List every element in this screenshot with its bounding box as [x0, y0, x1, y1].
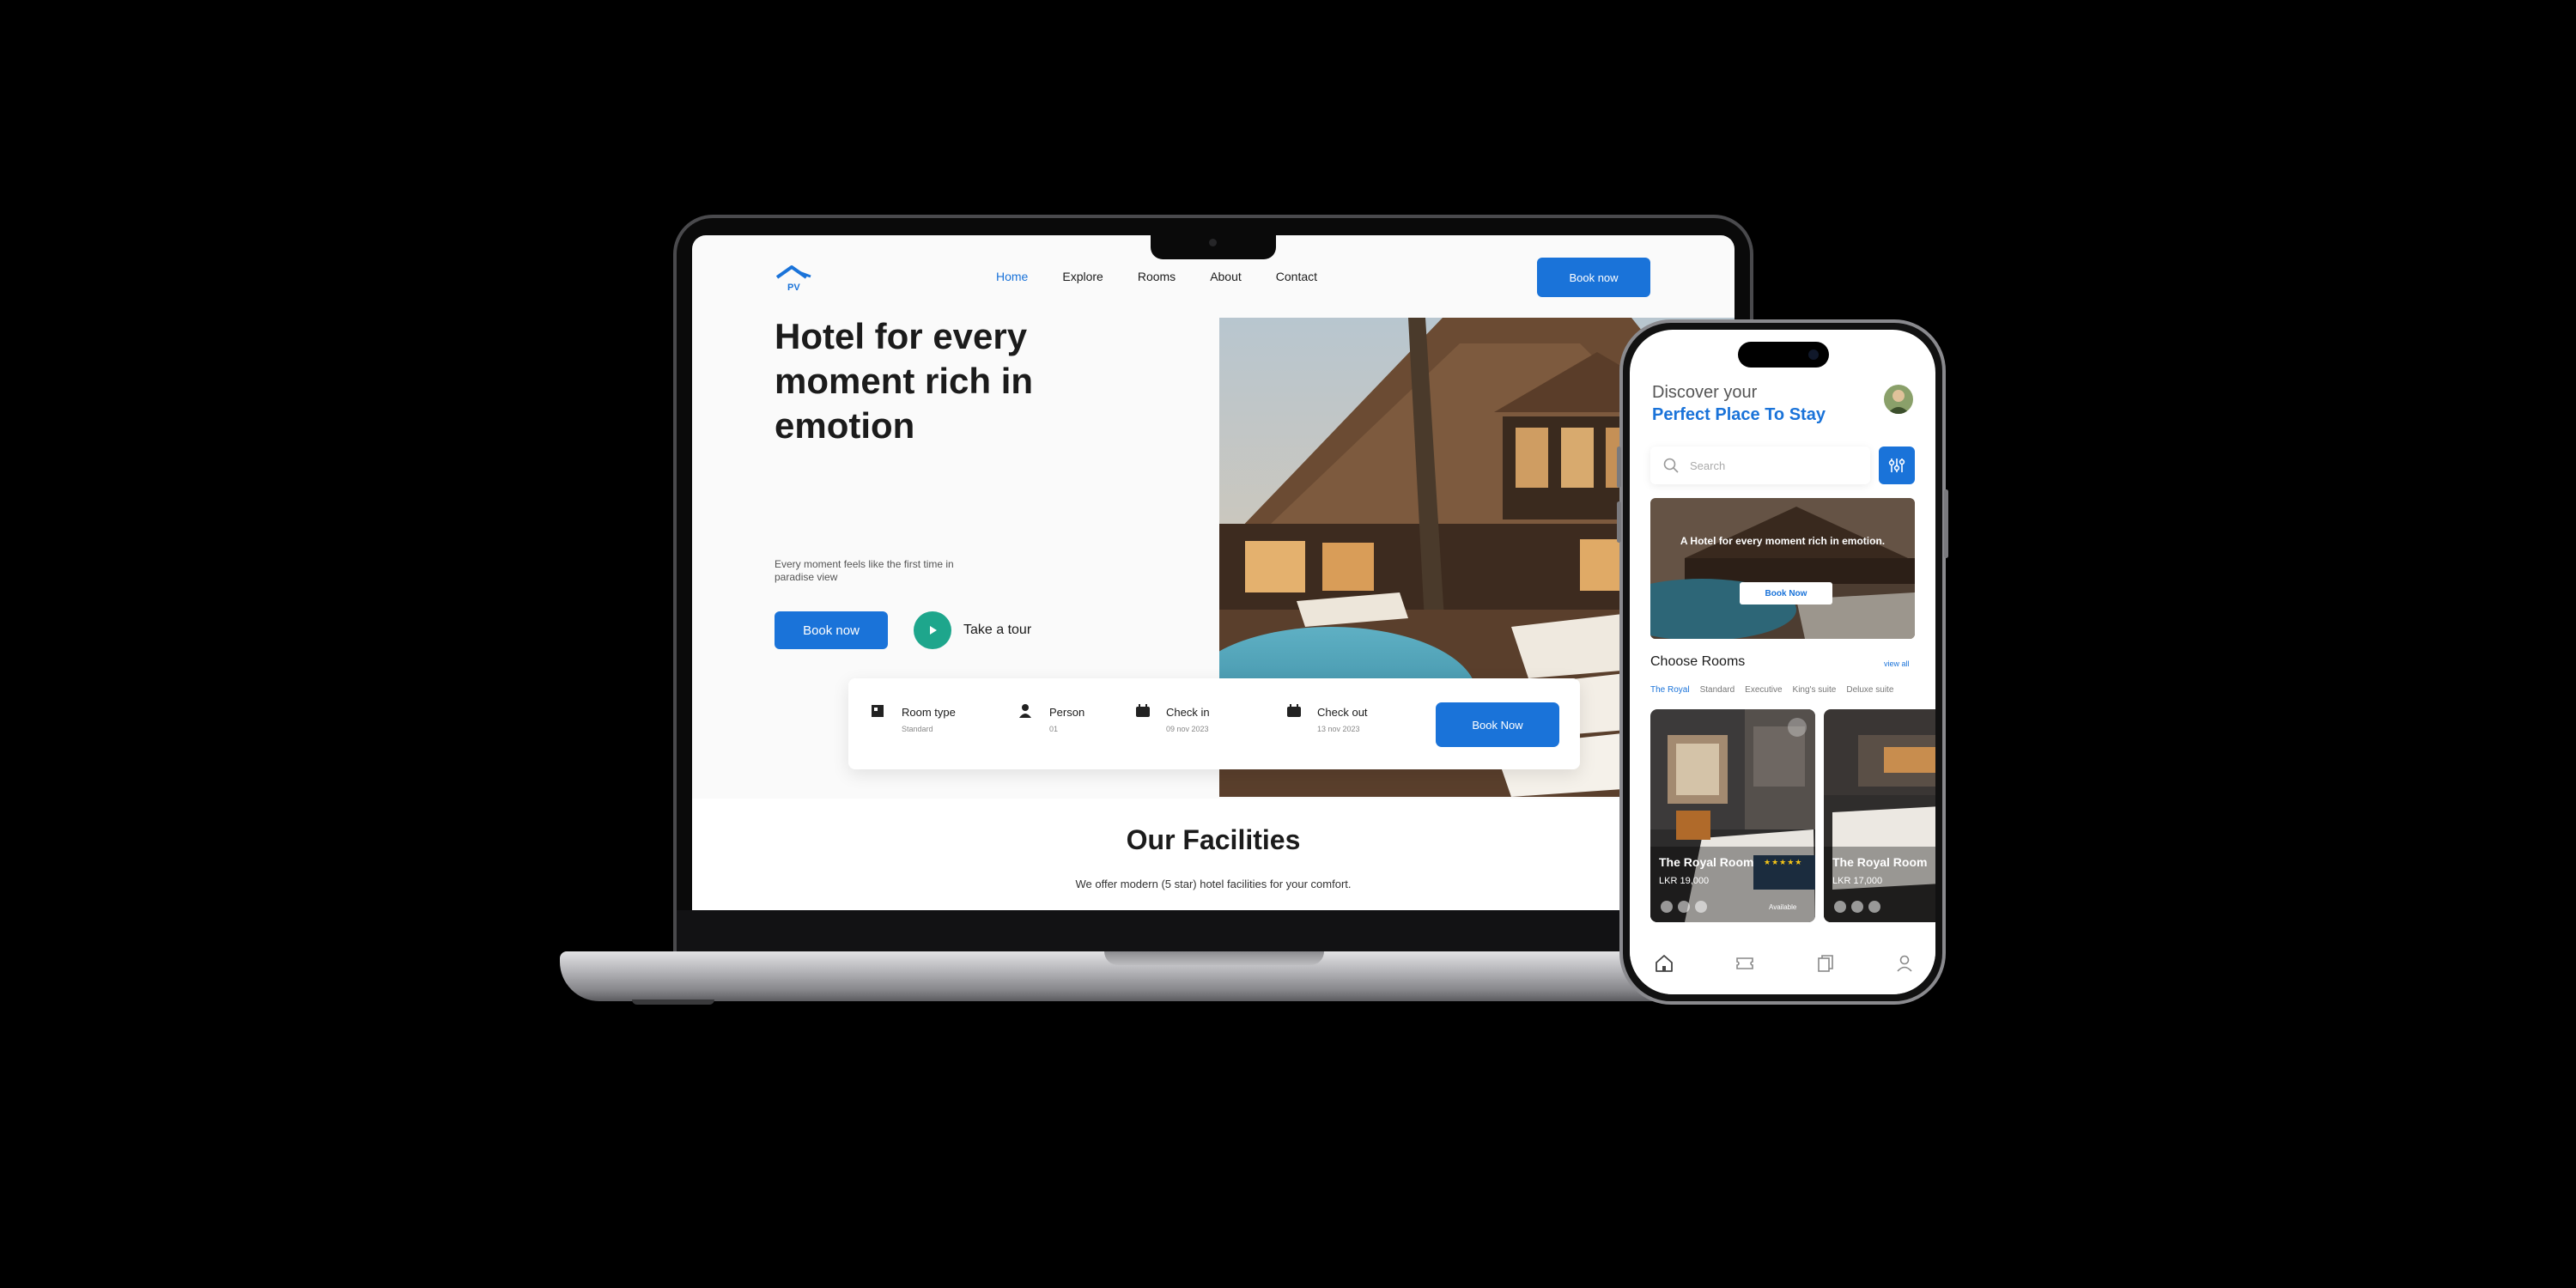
- room-photo: [1650, 709, 1815, 922]
- laptop-screen: PV Home Explore Rooms About Contact Book…: [692, 235, 1735, 910]
- banner-photo: [1650, 498, 1915, 639]
- laptop-chin: [677, 910, 1750, 951]
- avatar[interactable]: [1884, 385, 1913, 414]
- room-card[interactable]: The Royal Room ★★★★★ LKR 19,000 Availabl…: [1650, 709, 1815, 922]
- nav-contact[interactable]: Contact: [1276, 270, 1317, 283]
- tab-kings-suite[interactable]: King's suite: [1793, 685, 1837, 695]
- room-name: The Royal Room: [1832, 855, 1928, 869]
- banner-book-button[interactable]: Book Now: [1740, 582, 1832, 605]
- rating-stars: ★★★★★: [1764, 858, 1803, 866]
- nav-rooms[interactable]: Rooms: [1138, 270, 1176, 283]
- search-icon: [1663, 458, 1679, 473]
- home-icon[interactable]: [1654, 953, 1674, 974]
- room-price: LKR 19,000: [1659, 876, 1710, 886]
- banner-text: A Hotel for every moment rich in emotion…: [1680, 535, 1886, 547]
- person-value: 01: [1049, 725, 1059, 733]
- dynamic-island: [1738, 342, 1829, 368]
- person-icon: [1019, 704, 1031, 718]
- phone-volume-button: [1617, 501, 1621, 543]
- tour-label[interactable]: Take a tour: [963, 623, 1031, 638]
- ac-icon: [1695, 901, 1707, 913]
- room-photo: [1824, 709, 1935, 922]
- bottom-tab-bar: [1630, 941, 1935, 994]
- ticket-icon[interactable]: [1735, 953, 1755, 974]
- check-out-label: Check out: [1317, 706, 1368, 719]
- greeting-text: Discover your: [1652, 383, 1758, 402]
- laptop-trackpad-groove: [1104, 951, 1324, 965]
- booking-bar: Room type Standard Person 01 Check in 09…: [848, 678, 1580, 769]
- hero-subtitle: Every moment feels like the first time i…: [775, 558, 954, 583]
- check-out-value: 13 nov 2023: [1317, 725, 1360, 733]
- calendar-icon: [1287, 704, 1301, 717]
- breakfast-icon: [1851, 901, 1863, 913]
- view-all-link[interactable]: view all: [1884, 659, 1910, 668]
- room-type-label: Room type: [902, 706, 956, 719]
- app-title: Perfect Place To Stay: [1652, 405, 1826, 424]
- tab-standard[interactable]: Standard: [1700, 685, 1735, 695]
- phone-screen: Discover your Perfect Place To Stay Sear…: [1630, 330, 1935, 994]
- availability-badge: Available: [1769, 903, 1797, 911]
- favorite-icon[interactable]: [1788, 718, 1807, 737]
- play-icon: [930, 626, 937, 635]
- room-icon: [872, 705, 884, 717]
- facilities-subtitle: We offer modern (5 star) hotel facilitie…: [1075, 878, 1352, 890]
- check-in-label: Check in: [1166, 706, 1210, 719]
- wifi-icon: [1661, 901, 1673, 913]
- site-nav: Home Explore Rooms About Contact: [996, 270, 1317, 283]
- choose-rooms-title: Choose Rooms: [1650, 654, 1746, 669]
- calendar-icon: [1136, 704, 1150, 717]
- tab-executive[interactable]: Executive: [1745, 685, 1782, 695]
- bookmarks-icon[interactable]: [1815, 953, 1836, 974]
- facilities-section: Our Facilities We offer modern (5 star) …: [692, 799, 1735, 910]
- room-price: LKR 17,000: [1832, 876, 1883, 886]
- sliders-icon: [1888, 459, 1905, 472]
- profile-icon[interactable]: [1894, 953, 1915, 974]
- hotel-logo-icon[interactable]: PV: [775, 264, 814, 294]
- search-input[interactable]: Search: [1650, 447, 1870, 484]
- room-category-tabs: The Royal Standard Executive King's suit…: [1650, 685, 1893, 695]
- booking-submit-button[interactable]: Book Now: [1436, 702, 1559, 747]
- phone-side-button: [1944, 489, 1948, 558]
- ac-icon: [1868, 901, 1880, 913]
- tab-deluxe-suite[interactable]: Deluxe suite: [1846, 685, 1893, 695]
- tour-play-button[interactable]: [914, 611, 951, 649]
- room-card[interactable]: The Royal Room LKR 17,000: [1824, 709, 1935, 922]
- room-name: The Royal Room: [1659, 855, 1754, 869]
- nav-home[interactable]: Home: [996, 270, 1028, 283]
- laptop-notch: [1151, 232, 1276, 259]
- person-label: Person: [1049, 706, 1085, 719]
- phone-volume-button: [1617, 447, 1621, 488]
- search-placeholder: Search: [1690, 459, 1726, 472]
- wifi-icon: [1834, 901, 1846, 913]
- nav-about[interactable]: About: [1210, 270, 1242, 283]
- laptop-foot: [632, 999, 714, 1005]
- promo-banner[interactable]: A Hotel for every moment rich in emotion…: [1650, 498, 1915, 639]
- filter-button[interactable]: [1879, 447, 1915, 484]
- breakfast-icon: [1678, 901, 1690, 913]
- room-type-value: Standard: [902, 725, 933, 733]
- hero-title: Hotel for every moment rich in emotion: [775, 316, 1034, 446]
- camera-icon: [1808, 349, 1819, 360]
- facilities-title: Our Facilities: [1126, 824, 1301, 855]
- check-in-value: 09 nov 2023: [1166, 725, 1209, 733]
- hero-book-button[interactable]: Book now: [775, 611, 888, 649]
- svg-text:PV: PV: [787, 283, 800, 293]
- tab-the-royal[interactable]: The Royal: [1650, 685, 1690, 695]
- header-book-button[interactable]: Book now: [1537, 258, 1650, 297]
- nav-explore[interactable]: Explore: [1062, 270, 1103, 283]
- camera-icon: [1209, 239, 1217, 246]
